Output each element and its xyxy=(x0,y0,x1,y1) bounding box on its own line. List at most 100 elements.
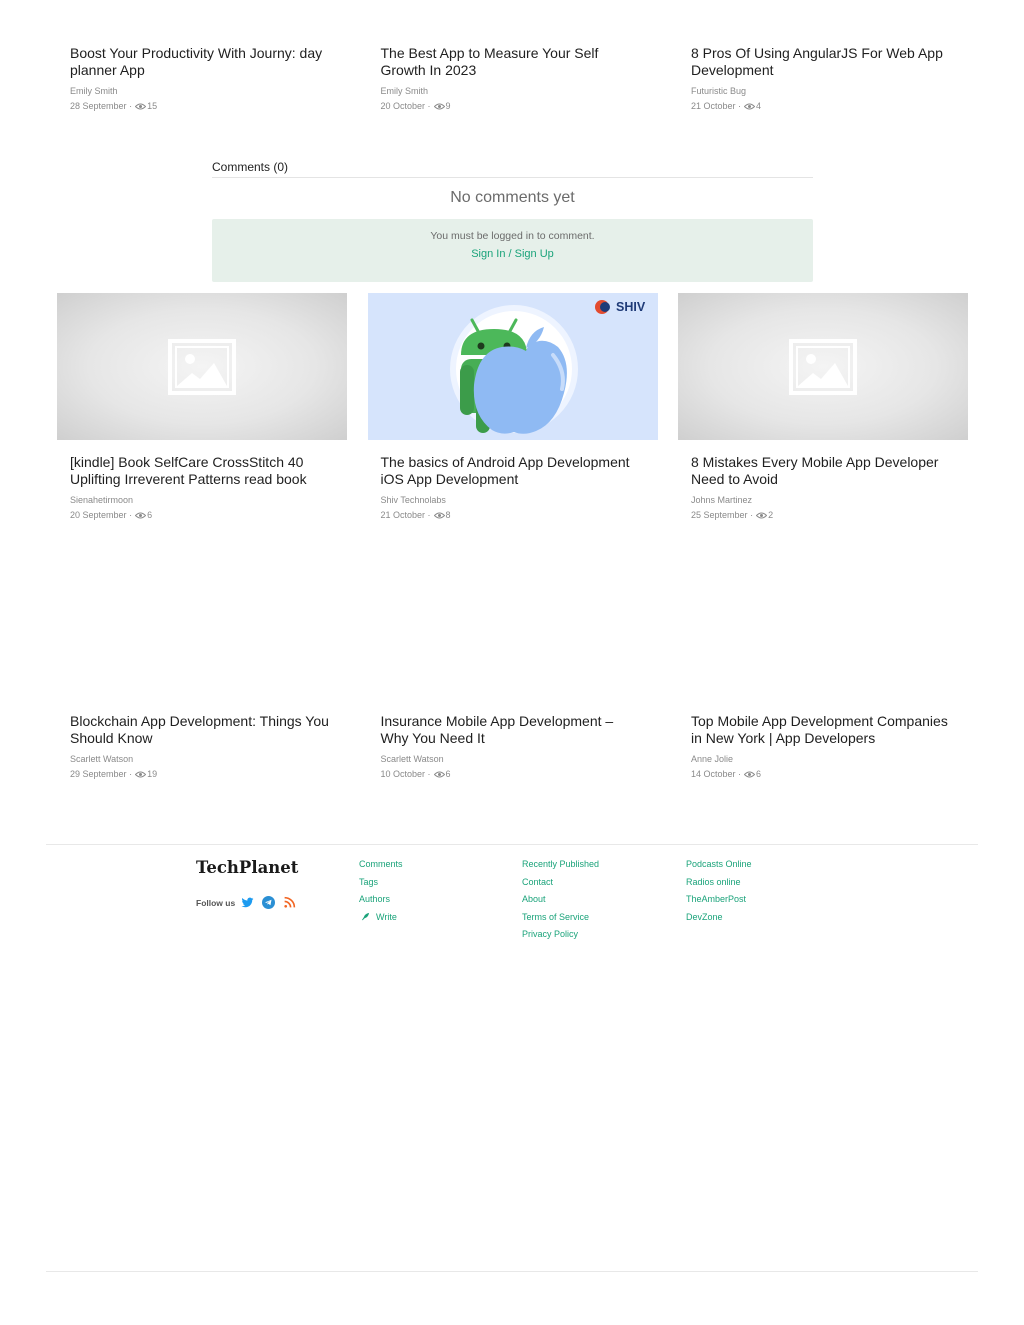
post-date: 14 October xyxy=(691,769,736,779)
footer-link-authors[interactable]: Authors xyxy=(359,891,403,909)
follow-label: Follow us xyxy=(196,897,236,908)
post-date: 21 October xyxy=(691,101,736,111)
post-views: 15 xyxy=(147,101,158,111)
post-date: 25 September xyxy=(691,510,748,520)
post-meta: 21 October · 8 xyxy=(381,509,645,521)
post-author[interactable]: Johns Martinez xyxy=(691,494,955,506)
post-date: 21 October xyxy=(380,510,426,520)
footer-links-col-3: Podcasts Online Radios online TheAmberPo… xyxy=(686,856,752,926)
footer-link-radios[interactable]: Radios online xyxy=(686,874,752,892)
related-posts-row-3: Blockchain App Development: Things You S… xyxy=(57,713,968,780)
related-posts-row-1: Boost Your Productivity With Journy: day… xyxy=(57,45,968,112)
footer-link-privacy[interactable]: Privacy Policy xyxy=(522,926,599,944)
footer-divider-top xyxy=(46,844,978,845)
meta-separator: · xyxy=(750,510,754,520)
post-title[interactable]: Top Mobile App Development Companies in … xyxy=(691,713,955,746)
post-card[interactable]: Boost Your Productivity With Journy: day… xyxy=(57,45,347,112)
post-title[interactable]: The basics of Android App Development iO… xyxy=(381,454,645,487)
post-title[interactable]: Boost Your Productivity With Journy: day… xyxy=(70,45,334,78)
post-meta: 20 October · 9 xyxy=(381,100,645,112)
post-meta: 25 September · 2 xyxy=(691,509,955,521)
post-author[interactable]: Emily Smith xyxy=(381,85,645,97)
post-card[interactable]: [kindle] Book SelfCare CrossStitch 40 Up… xyxy=(57,293,347,521)
post-date: 29 September xyxy=(70,769,127,779)
post-author[interactable]: Sienahetirmoon xyxy=(70,494,334,506)
footer-link-recently-published[interactable]: Recently Published xyxy=(522,856,599,874)
footer-link-contact[interactable]: Contact xyxy=(522,874,599,892)
post-author[interactable]: Futuristic Bug xyxy=(691,85,955,97)
post-thumbnail[interactable] xyxy=(57,293,347,440)
comments-section: Comments (0) No comments yet You must be… xyxy=(212,160,813,282)
footer-link-terms[interactable]: Terms of Service xyxy=(522,909,599,927)
login-required-text: You must be logged in to comment. xyxy=(430,230,595,242)
meta-separator: · xyxy=(427,510,431,520)
post-author[interactable]: Emily Smith xyxy=(70,85,334,97)
footer-link-devzone[interactable]: DevZone xyxy=(686,909,752,927)
android-apple-illustration: SHIV xyxy=(367,293,658,440)
footer-links-col-2: Recently Published Contact About Terms o… xyxy=(522,856,599,944)
post-title[interactable]: Blockchain App Development: Things You S… xyxy=(70,713,334,746)
comments-heading: Comments (0) xyxy=(212,160,813,178)
footer-links-col-1: Comments Tags Authors Write xyxy=(359,856,403,926)
post-meta: 21 October · 4 xyxy=(691,100,955,112)
post-card[interactable]: Insurance Mobile App Development – Why Y… xyxy=(368,713,658,780)
telegram-icon[interactable] xyxy=(262,896,276,909)
footer-link-write-label: Write xyxy=(376,911,397,922)
post-date: 20 September xyxy=(70,510,127,520)
post-thumbnail[interactable]: SHIV xyxy=(367,293,658,440)
eye-icon xyxy=(756,512,768,518)
post-views: 2 xyxy=(768,510,774,520)
post-views: 9 xyxy=(445,101,451,111)
footer-link-about[interactable]: About xyxy=(522,891,599,909)
post-thumbnail[interactable] xyxy=(678,293,968,440)
post-author[interactable]: Scarlett Watson xyxy=(381,753,645,765)
post-date: 28 September xyxy=(70,101,127,111)
eye-icon xyxy=(135,103,147,109)
footer-link-amberpost[interactable]: TheAmberPost xyxy=(686,891,752,909)
twitter-icon[interactable] xyxy=(241,896,254,909)
meta-separator: · xyxy=(738,101,742,111)
meta-separator: · xyxy=(129,101,133,111)
meta-separator: · xyxy=(427,101,431,111)
post-card[interactable]: Top Mobile App Development Companies in … xyxy=(678,713,968,780)
post-meta: 10 October · 6 xyxy=(381,768,645,780)
post-title[interactable]: 8 Mistakes Every Mobile App Developer Ne… xyxy=(691,454,955,487)
post-meta: 28 September · 15 xyxy=(70,100,334,112)
post-card[interactable]: 8 Pros Of Using AngularJS For Web App De… xyxy=(678,45,968,112)
post-title[interactable]: [kindle] Book SelfCare CrossStitch 40 Up… xyxy=(70,454,334,487)
eye-icon xyxy=(433,512,445,518)
follow-us: Follow us xyxy=(196,896,304,909)
post-card[interactable]: The Best App to Measure Your Self Growth… xyxy=(368,45,658,112)
post-date: 10 October xyxy=(380,769,426,779)
post-title[interactable]: 8 Pros Of Using AngularJS For Web App De… xyxy=(691,45,955,78)
post-card[interactable]: Blockchain App Development: Things You S… xyxy=(57,713,347,780)
related-posts-row-2: [kindle] Book SelfCare CrossStitch 40 Up… xyxy=(57,293,968,521)
footer-link-podcasts[interactable]: Podcasts Online xyxy=(686,856,752,874)
site-logo[interactable]: TechPlanet xyxy=(196,858,298,877)
eye-icon xyxy=(744,103,756,109)
post-author[interactable]: Scarlett Watson xyxy=(70,753,334,765)
post-title[interactable]: The Best App to Measure Your Self Growth… xyxy=(381,45,645,78)
post-author[interactable]: Anne Jolie xyxy=(691,753,955,765)
meta-separator: · xyxy=(129,769,133,779)
post-views: 6 xyxy=(445,769,451,779)
footer-link-tags[interactable]: Tags xyxy=(359,874,403,892)
rss-icon[interactable] xyxy=(283,896,296,909)
post-author[interactable]: Shiv Technolabs xyxy=(381,494,645,506)
quill-icon xyxy=(361,912,370,920)
post-title[interactable]: Insurance Mobile App Development – Why Y… xyxy=(381,713,645,746)
shiv-logo-text: SHIV xyxy=(616,300,646,314)
login-prompt: You must be logged in to comment. Sign I… xyxy=(212,219,813,282)
post-card[interactable]: 8 Mistakes Every Mobile App Developer Ne… xyxy=(678,293,968,521)
footer-link-write[interactable]: Write xyxy=(359,909,403,927)
footer-divider-bottom xyxy=(46,1271,978,1272)
eye-icon xyxy=(135,512,147,518)
sign-in-link[interactable]: Sign In / Sign Up xyxy=(471,248,554,260)
post-date: 20 October xyxy=(380,101,426,111)
post-card[interactable]: SHIV The basics of Android App Developme… xyxy=(367,293,658,521)
post-views: 6 xyxy=(147,510,153,520)
no-comments-text: No comments yet xyxy=(450,189,575,206)
eye-icon xyxy=(135,771,147,777)
footer-link-comments[interactable]: Comments xyxy=(359,856,403,874)
post-views: 6 xyxy=(756,769,762,779)
